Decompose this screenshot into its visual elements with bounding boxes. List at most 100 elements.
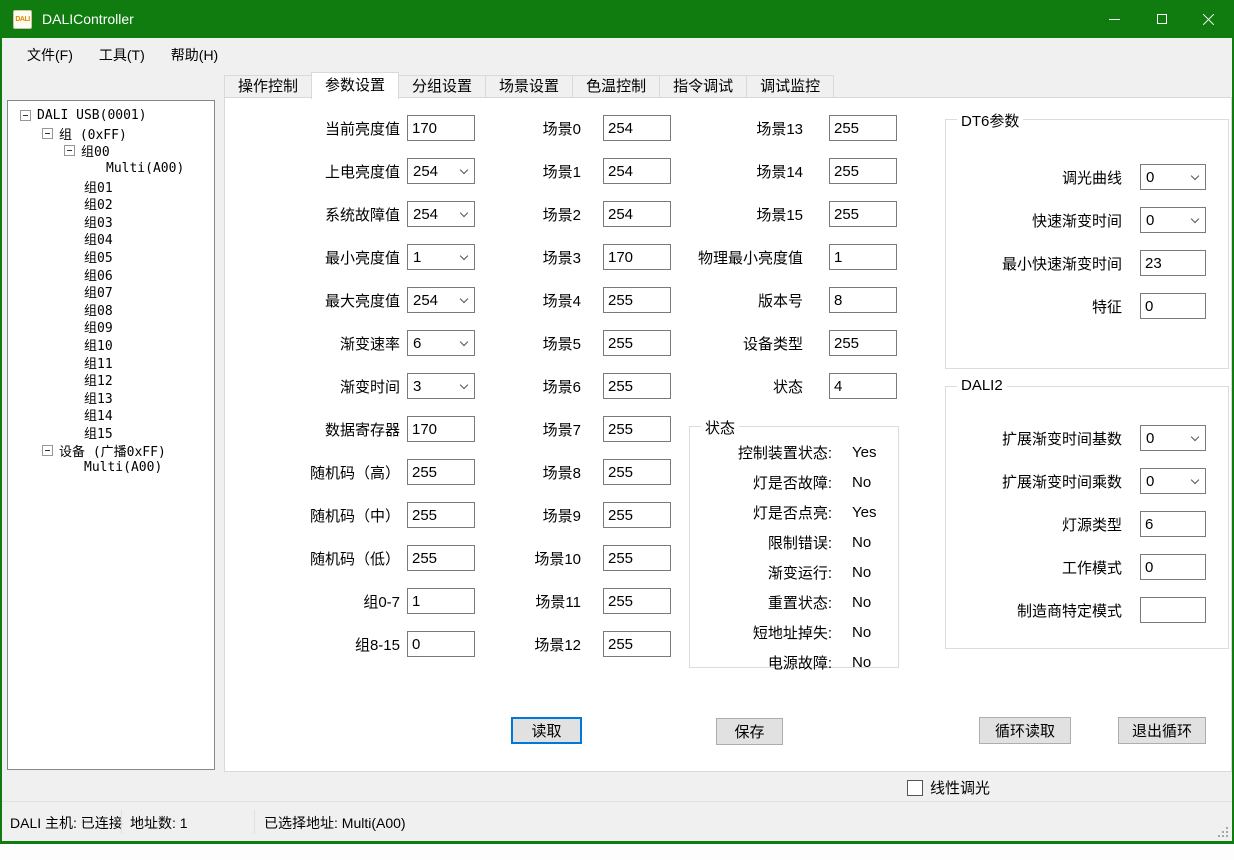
linear-dimming-checkbox[interactable]: [907, 780, 923, 796]
tree-item[interactable]: 组01: [8, 177, 214, 195]
tree-item[interactable]: 组06: [8, 265, 214, 283]
tree-collapse-icon[interactable]: [42, 445, 53, 456]
scene-input[interactable]: [603, 588, 671, 614]
status-label: 限制错误:: [690, 532, 832, 553]
dali2-input[interactable]: [1140, 554, 1206, 580]
param-combo[interactable]: 3: [407, 373, 475, 399]
exit-loop-button[interactable]: 退出循环: [1118, 717, 1206, 744]
param-combo[interactable]: 254: [407, 158, 475, 184]
tree-item[interactable]: Multi(A00): [8, 459, 214, 477]
dali2-input[interactable]: [1140, 597, 1206, 623]
scene-input[interactable]: [603, 502, 671, 528]
tab[interactable]: 操作控制: [224, 75, 312, 98]
tab[interactable]: 参数设置: [311, 72, 399, 99]
scene-input[interactable]: [603, 459, 671, 485]
tree-item[interactable]: 组14: [8, 406, 214, 424]
loop-read-button[interactable]: 循环读取: [979, 717, 1071, 744]
info-row: 设备类型: [689, 330, 939, 356]
tree-collapse-icon[interactable]: [42, 128, 53, 139]
info-input[interactable]: [829, 115, 897, 141]
status-row: 短地址掉失: No: [690, 617, 898, 647]
dali2-combo[interactable]: 0: [1140, 425, 1206, 451]
param-combo[interactable]: 254: [407, 287, 475, 313]
maximize-button[interactable]: [1138, 0, 1185, 38]
tree-item[interactable]: 组00: [8, 142, 214, 160]
save-button[interactable]: 保存: [716, 718, 783, 745]
info-input[interactable]: [829, 201, 897, 227]
scene-label: 场景9: [483, 505, 603, 526]
param-combo[interactable]: 254: [407, 201, 475, 227]
read-button[interactable]: 读取: [511, 717, 582, 744]
scene-input[interactable]: [603, 244, 671, 270]
dt6-combo[interactable]: 0: [1140, 207, 1206, 233]
param-input[interactable]: [407, 416, 475, 442]
scene-input[interactable]: [603, 330, 671, 356]
scene-input[interactable]: [603, 373, 671, 399]
tree-item[interactable]: DALI USB(0001): [8, 107, 214, 125]
info-label: 场景14: [689, 161, 829, 182]
scene-input[interactable]: [603, 545, 671, 571]
param-combo[interactable]: 1: [407, 244, 475, 270]
dt6-combo[interactable]: 0: [1140, 164, 1206, 190]
param-input[interactable]: [407, 588, 475, 614]
status-row: 灯是否故障: No: [690, 467, 898, 497]
tree-item[interactable]: 组03: [8, 213, 214, 231]
tree-item[interactable]: 组12: [8, 371, 214, 389]
close-button[interactable]: [1185, 0, 1232, 38]
menu-item[interactable]: 文件(F): [14, 38, 86, 71]
tree-item[interactable]: 组13: [8, 389, 214, 407]
param-input[interactable]: [407, 545, 475, 571]
param-input[interactable]: [407, 459, 475, 485]
tree-item[interactable]: 组11: [8, 353, 214, 371]
info-label: 场景13: [689, 118, 829, 139]
tree-item[interactable]: 组02: [8, 195, 214, 213]
tab[interactable]: 色温控制: [572, 75, 660, 98]
param-input[interactable]: [407, 115, 475, 141]
tree-item[interactable]: 组15: [8, 424, 214, 442]
scene-input[interactable]: [603, 115, 671, 141]
tree-item[interactable]: 组09: [8, 318, 214, 336]
dt6-input[interactable]: [1140, 250, 1206, 276]
scene-input[interactable]: [603, 631, 671, 657]
menu-item[interactable]: 工具(T): [86, 38, 158, 71]
tree-collapse-icon[interactable]: [64, 145, 75, 156]
info-input[interactable]: [829, 330, 897, 356]
tab[interactable]: 指令调试: [659, 75, 747, 98]
statusbar-separator: [121, 810, 122, 834]
tab[interactable]: 场景设置: [485, 75, 573, 98]
tree-item[interactable]: Multi(A00): [8, 160, 214, 178]
tree-item[interactable]: 组10: [8, 336, 214, 354]
minimize-button[interactable]: [1091, 0, 1138, 38]
info-input[interactable]: [829, 158, 897, 184]
info-input[interactable]: [829, 287, 897, 313]
param-input[interactable]: [407, 631, 475, 657]
linear-dimming-checkbox-row: 线性调光: [907, 777, 990, 798]
tree-item[interactable]: 组07: [8, 283, 214, 301]
dt6-input[interactable]: [1140, 293, 1206, 319]
tab[interactable]: 调试监控: [746, 75, 834, 98]
param-input[interactable]: [407, 502, 475, 528]
chevron-down-icon: [460, 252, 468, 260]
info-input[interactable]: [829, 373, 897, 399]
menu-item[interactable]: 帮助(H): [158, 38, 231, 71]
scene-input[interactable]: [603, 201, 671, 227]
tab[interactable]: 分组设置: [398, 75, 486, 98]
tree-item[interactable]: 设备 (广播0xFF): [8, 441, 214, 459]
resize-grip[interactable]: [1216, 825, 1228, 837]
dali2-combo[interactable]: 0: [1140, 468, 1206, 494]
param-combo[interactable]: 6: [407, 330, 475, 356]
statusbar-separator: [254, 810, 255, 834]
menu-bar: 文件(F) 工具(T) 帮助(H): [2, 38, 1232, 71]
chevron-down-icon: [460, 381, 468, 389]
scene-input[interactable]: [603, 416, 671, 442]
tree-item[interactable]: 组 (0xFF): [8, 125, 214, 143]
dali2-input[interactable]: [1140, 511, 1206, 537]
tree-item[interactable]: 组05: [8, 248, 214, 266]
tree-collapse-icon[interactable]: [20, 110, 31, 121]
tree-item[interactable]: 组08: [8, 301, 214, 319]
status-row: 电源故障: No: [690, 647, 898, 677]
info-input[interactable]: [829, 244, 897, 270]
scene-input[interactable]: [603, 287, 671, 313]
scene-input[interactable]: [603, 158, 671, 184]
tree-item[interactable]: 组04: [8, 230, 214, 248]
